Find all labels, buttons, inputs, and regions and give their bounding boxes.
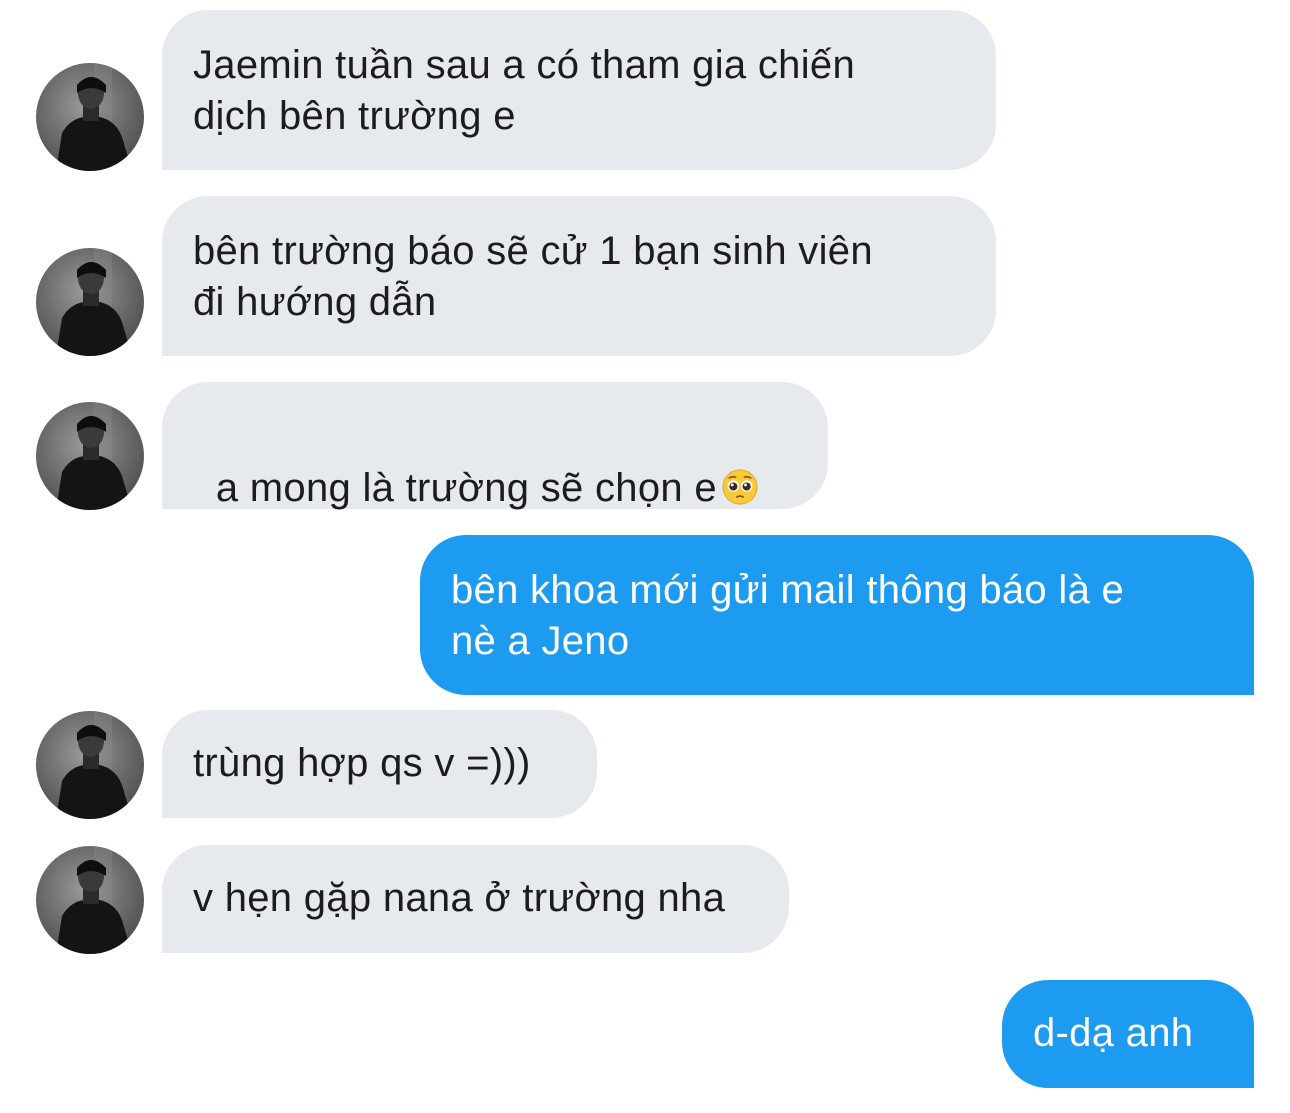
avatar[interactable]	[36, 846, 144, 954]
avatar[interactable]	[36, 402, 144, 510]
message-bubble-incoming[interactable]: a mong là trường sẽ chọn e	[162, 382, 828, 510]
message-bubble-incoming[interactable]: Jaemin tuần sau a có tham gia chiến dịch…	[162, 10, 996, 170]
avatar[interactable]	[36, 248, 144, 356]
pleading-face-emoji-icon	[722, 469, 758, 505]
message-bubble-outgoing[interactable]: d-dạ anh	[1002, 980, 1254, 1088]
message-text: a mong là trường sẽ chọn e	[215, 466, 717, 510]
avatar[interactable]	[36, 711, 144, 819]
profile-photo-icon	[56, 846, 132, 954]
avatar[interactable]	[36, 63, 144, 171]
message-bubble-incoming[interactable]: trùng hợp qs v =)))	[162, 710, 597, 818]
profile-photo-icon	[56, 248, 132, 356]
profile-photo-icon	[56, 63, 132, 171]
profile-photo-icon	[56, 711, 132, 819]
message-bubble-incoming[interactable]: bên trường báo sẽ cử 1 bạn sinh viên đi …	[162, 196, 996, 356]
message-bubble-outgoing[interactable]: bên khoa mới gửi mail thông báo là e nè …	[420, 535, 1254, 695]
profile-photo-icon	[56, 402, 132, 510]
message-bubble-incoming[interactable]: v hẹn gặp nana ở trường nha	[162, 845, 789, 953]
